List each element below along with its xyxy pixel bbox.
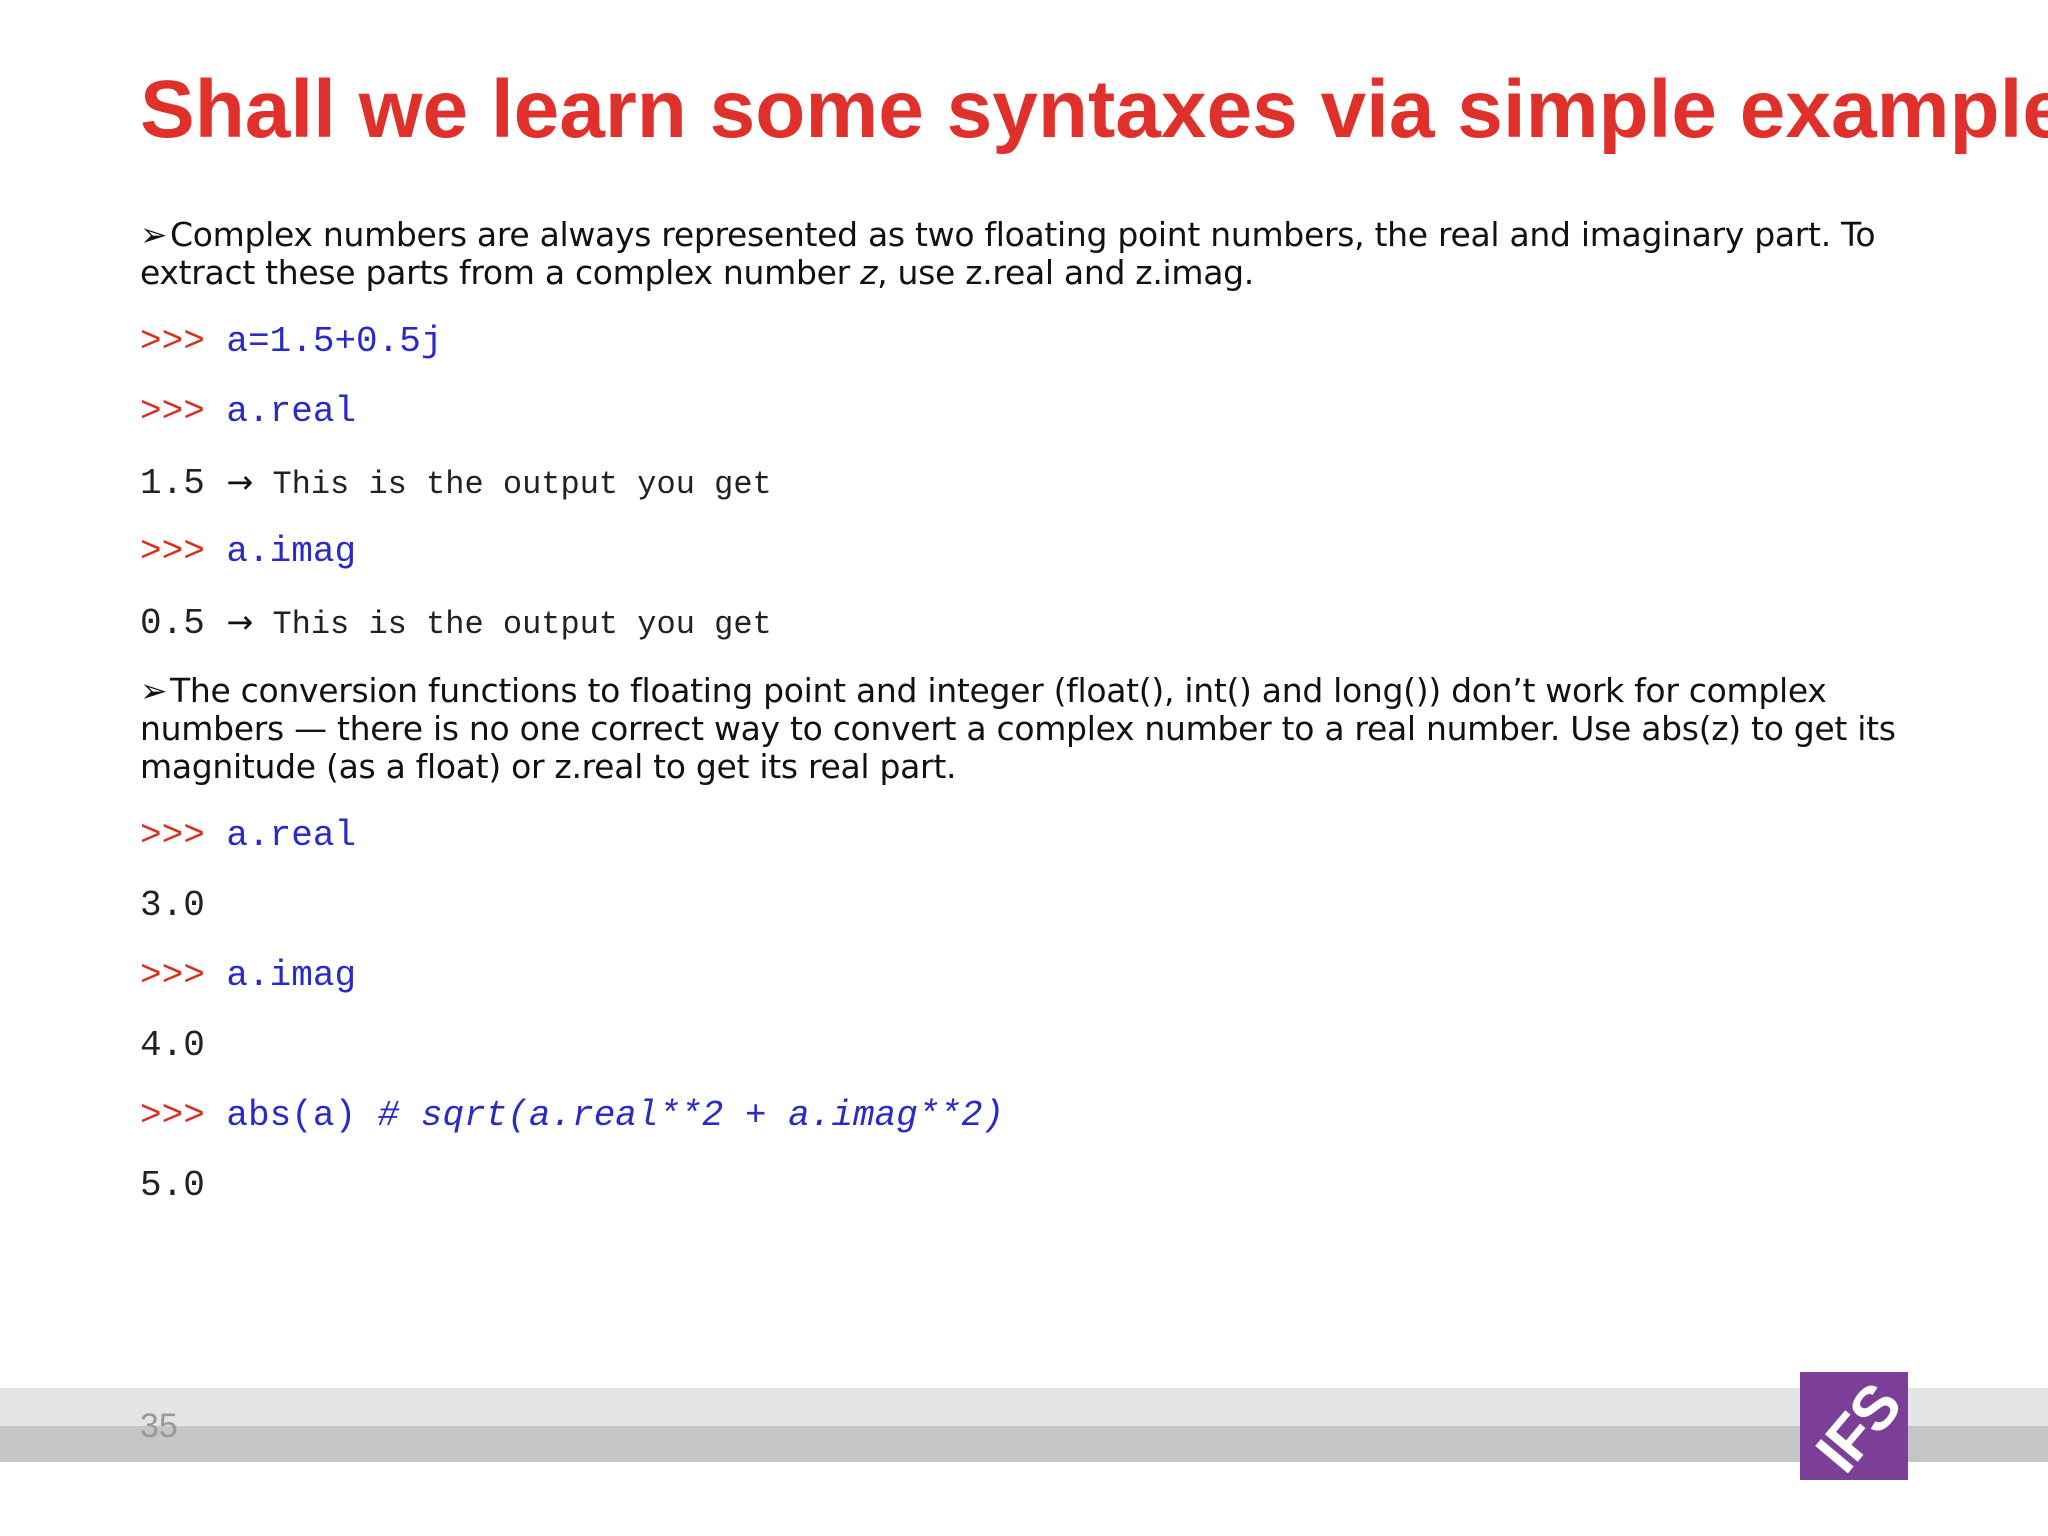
code-line: >>> a.imag — [140, 532, 1920, 572]
output-note: This is the output you get — [253, 606, 772, 643]
slide: Shall we learn some syntaxes via simple … — [0, 0, 2048, 1536]
prompt: >>> — [140, 321, 227, 362]
slide-content: ➢Complex numbers are always represented … — [140, 216, 1920, 1206]
code-line: >>> a.imag — [140, 956, 1920, 996]
right-arrow-icon: → — [226, 603, 254, 641]
prompt: >>> — [140, 391, 227, 432]
slide-title: Shall we learn some syntaxes via simple … — [140, 64, 2048, 155]
output-line: 3.0 — [140, 886, 1920, 926]
output-line: 0.5 → This is the output you get — [140, 602, 1920, 644]
command: a.imag — [226, 955, 357, 996]
code-line: >>> a.real — [140, 816, 1920, 856]
arrowhead-bullet-icon: ➢ — [140, 215, 168, 254]
command: abs(a) — [226, 1095, 378, 1136]
logo-text: IFS — [1803, 1372, 1908, 1480]
output-value: 0.5 — [140, 603, 227, 644]
bullet-text: , use z.real and z.imag. — [877, 253, 1254, 292]
command: a.real — [226, 391, 357, 432]
bullet-text-italic: z — [860, 253, 878, 292]
output-value: 1.5 — [140, 463, 227, 504]
code-line: >>> a.real — [140, 392, 1920, 432]
command: a=1.5+0.5j — [226, 321, 443, 362]
bullet-text: The conversion functions to floating poi… — [140, 671, 1896, 786]
prompt: >>> — [140, 1095, 227, 1136]
output-value: 5.0 — [140, 1165, 205, 1206]
command: a.real — [226, 815, 357, 856]
output-value: 3.0 — [140, 885, 205, 926]
output-line: 4.0 — [140, 1026, 1920, 1066]
code-line: >>> a=1.5+0.5j — [140, 322, 1920, 362]
footer-band — [0, 1426, 2048, 1462]
prompt: >>> — [140, 815, 227, 856]
bullet-conversion-functions: ➢The conversion functions to floating po… — [140, 672, 1920, 786]
bullet-complex-representation: ➢Complex numbers are always represented … — [140, 216, 1920, 292]
code-line: >>> abs(a) # sqrt(a.real**2 + a.imag**2) — [140, 1096, 1920, 1136]
prompt: >>> — [140, 955, 227, 996]
footer-band — [0, 1388, 2048, 1426]
command: a.imag — [226, 531, 357, 572]
output-line: 1.5 → This is the output you get — [140, 462, 1920, 504]
ifs-logo: IFS — [1800, 1372, 1908, 1480]
prompt: >>> — [140, 531, 227, 572]
page-number: 35 — [140, 1407, 178, 1445]
output-value: 4.0 — [140, 1025, 205, 1066]
output-line: 5.0 — [140, 1166, 1920, 1206]
arrowhead-bullet-icon: ➢ — [140, 671, 168, 710]
code-comment: # sqrt(a.real**2 + a.imag**2) — [377, 1095, 1005, 1136]
right-arrow-icon: → — [226, 463, 254, 501]
output-note: This is the output you get — [253, 466, 772, 503]
